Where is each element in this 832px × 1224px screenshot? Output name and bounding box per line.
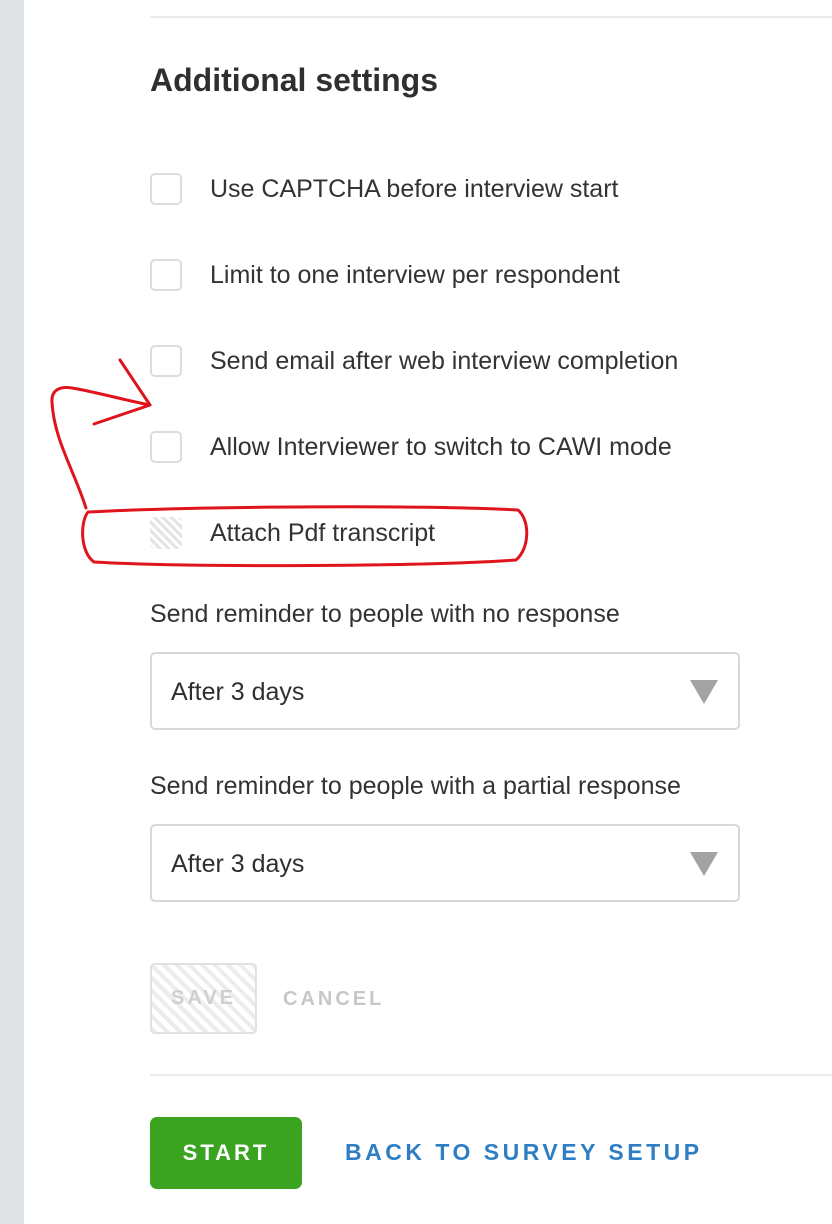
captcha-option[interactable]: Use CAPTCHA before interview start (150, 171, 618, 207)
red-arrow-icon (50, 386, 152, 510)
left-sidebar-strip (0, 0, 24, 1224)
attach-pdf-option-label: Attach Pdf transcript (210, 518, 436, 547)
captcha-checkbox[interactable] (150, 173, 182, 205)
caret-down-icon (690, 680, 718, 704)
limit-interview-option-label: Limit to one interview per respondent (210, 260, 620, 289)
send-email-option[interactable]: Send email after web interview completio… (150, 343, 678, 379)
cawi-switch-checkbox[interactable] (150, 431, 182, 463)
cawi-switch-option[interactable]: Allow Interviewer to switch to CAWI mode (150, 429, 672, 465)
limit-interview-checkbox[interactable] (150, 259, 182, 291)
top-divider (150, 16, 832, 18)
reminder-no-response-label: Send reminder to people with no response (150, 600, 620, 628)
back-to-survey-setup-link[interactable]: BACK TO SURVEY SETUP (345, 1136, 703, 1168)
start-button[interactable]: START (150, 1117, 302, 1189)
reminder-partial-response-select[interactable]: After 3 days (150, 824, 740, 902)
reminder-no-response-value: After 3 days (171, 678, 305, 706)
save-button[interactable]: SAVE (150, 963, 257, 1034)
red-arrowhead-icon (92, 358, 152, 426)
attach-pdf-checkbox[interactable] (150, 517, 182, 549)
attach-pdf-option[interactable]: Attach Pdf transcript (150, 515, 435, 551)
cawi-switch-option-label: Allow Interviewer to switch to CAWI mode (210, 432, 672, 461)
cancel-button[interactable]: CANCEL (283, 984, 384, 1014)
reminder-no-response-select[interactable]: After 3 days (150, 652, 740, 730)
section-title: Additional settings (150, 62, 438, 98)
bottom-divider (150, 1074, 832, 1076)
send-email-option-label: Send email after web interview completio… (210, 346, 679, 375)
caret-down-icon (690, 852, 718, 876)
captcha-option-label: Use CAPTCHA before interview start (210, 174, 619, 203)
send-email-checkbox[interactable] (150, 345, 182, 377)
reminder-partial-response-value: After 3 days (171, 850, 305, 878)
limit-interview-option[interactable]: Limit to one interview per respondent (150, 257, 620, 293)
reminder-partial-response-label: Send reminder to people with a partial r… (150, 772, 681, 800)
